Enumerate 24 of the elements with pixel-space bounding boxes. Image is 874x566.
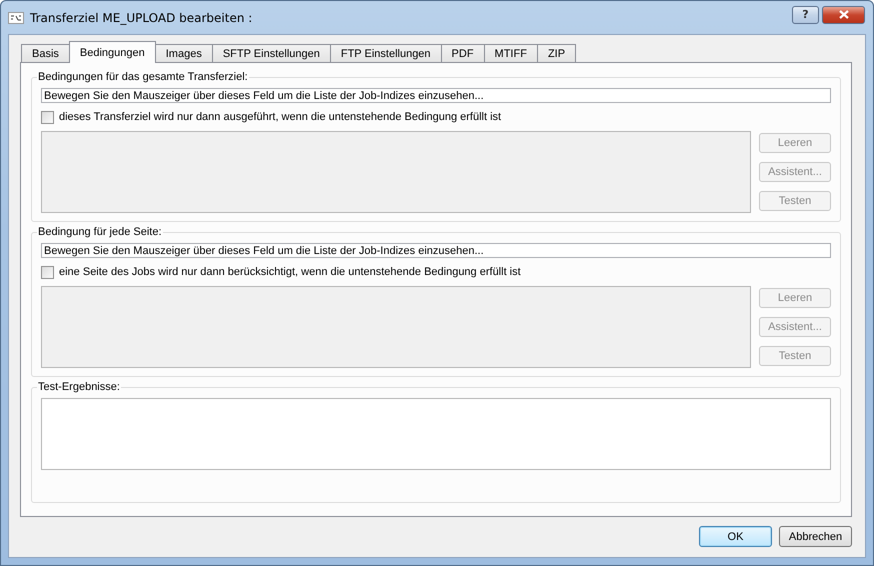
tab[interactable]: MTIFF [484, 44, 538, 62]
checkbox-label: dieses Transferziel wird nur dann ausgeführt, wenn die untenstehende Bedingung erfüllt ist [59, 111, 502, 123]
tab[interactable]: SFTP Einstellungen [212, 44, 331, 62]
dialog-button[interactable]: OK [699, 526, 772, 547]
dialog-button[interactable]: Abbrechen [779, 526, 852, 547]
group-title: Test-Ergebnisse: [37, 381, 121, 393]
checkbox-label: eine Seite des Jobs wird nur dann berücksichtigt, wenn die untenstehende Bedingung erfüllt ist [59, 266, 521, 278]
group-title: Bedingung für jede Seite: [37, 226, 163, 238]
tab[interactable]: Basis [21, 44, 70, 62]
tab[interactable]: Bedingungen [68, 41, 156, 63]
index-field[interactable]: Bewegen Sie den Mauszeiger über dieses Feld um die Liste der Job-Indizes einzusehen... [41, 243, 831, 258]
group-title: Bedingungen für das gesamte Transferziel: [37, 71, 249, 83]
tab[interactable]: Images [154, 44, 213, 62]
tab[interactable]: FTP Einstellungen [330, 44, 442, 62]
close-icon [838, 10, 848, 19]
window-title: Transferziel ME_UPLOAD bearbeiten : [30, 10, 254, 24]
checkbox[interactable] [41, 110, 54, 124]
app-icon [8, 10, 24, 26]
help-button[interactable]: ? [792, 6, 819, 24]
close-button[interactable] [822, 6, 865, 24]
tab[interactable]: PDF [440, 44, 485, 62]
checkbox[interactable] [41, 266, 54, 278]
index-field[interactable]: Bewegen Sie den Mauszeiger über dieses Feld um die Liste der Job-Indizes einzusehen... [41, 88, 831, 103]
tab[interactable]: ZIP [536, 44, 576, 62]
